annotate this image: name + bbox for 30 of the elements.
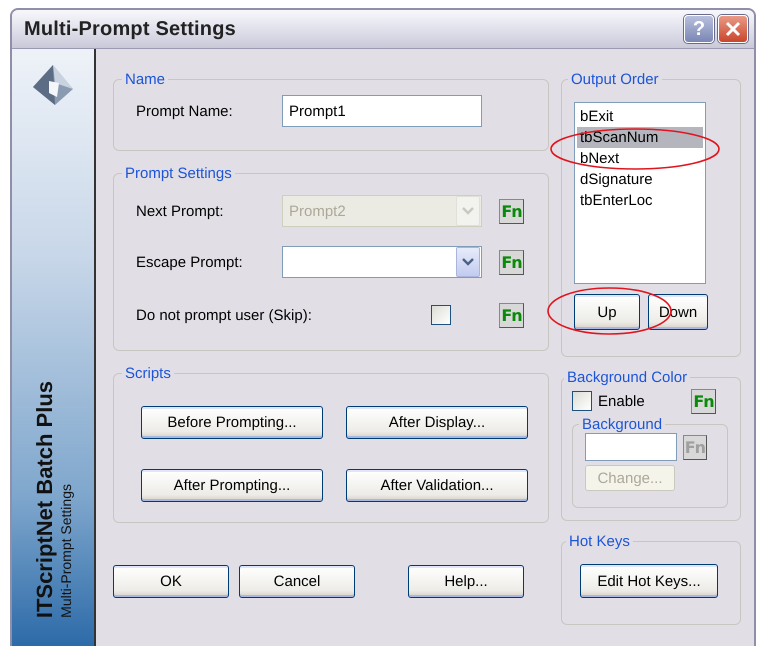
field-label: Do not prompt user (Skip): [136,306,313,324]
hot-keys-button[interactable]: Edit Hot Keys... [580,564,718,598]
list-item[interactable]: bNext [577,148,703,169]
checkbox-label: Enable [598,392,645,410]
group-title: Prompt Settings [124,165,233,182]
field-label: Next Prompt: [136,202,225,220]
group-title: Hot Keys [568,533,631,550]
script-button[interactable]: After Validation... [346,469,528,502]
input-field[interactable]: Prompt1 [282,95,482,127]
group-title: Background Color [566,369,688,386]
dialog-button[interactable]: Help... [408,565,524,598]
group-title: Name [124,71,166,88]
list-item[interactable]: tbEnterLoc [577,190,703,211]
group-title: Scripts [124,365,172,382]
group-title: Background [581,416,664,433]
field-label: Escape Prompt: [136,254,244,270]
list-item[interactable]: tbScanNum [577,127,703,148]
order-button[interactable]: Up [574,294,640,330]
window-title: Multi-Prompt Settings [24,18,237,40]
script-button[interactable]: Before Prompting... [141,406,323,439]
group-title: Output Order [570,71,660,88]
list-item[interactable]: bExit [577,106,703,127]
script-button[interactable]: After Prompting... [141,469,323,502]
dialog-button[interactable]: Cancel [239,565,355,598]
field-label: Prompt Name: [136,102,234,120]
sidebar-subtitle: Multi-Prompt Settings [58,484,74,618]
script-button[interactable]: After Display... [346,406,528,439]
dialog-button[interactable]: OK [113,565,229,598]
list-item[interactable]: dSignature [577,169,703,190]
product-name: ITScriptNet Batch Plus [32,380,58,618]
